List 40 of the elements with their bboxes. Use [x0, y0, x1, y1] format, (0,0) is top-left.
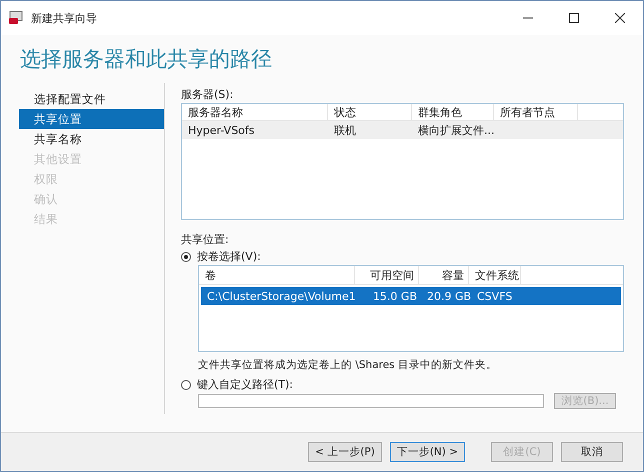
table-row[interactable]: Hyper-VSofs 联机 横向扩展文件...: [182, 121, 623, 139]
column-header[interactable]: 服务器名称: [182, 104, 328, 120]
close-icon[interactable]: [615, 13, 625, 23]
window-icon: [9, 11, 25, 25]
wizard-step[interactable]: 共享名称: [19, 129, 164, 149]
wizard-button[interactable]: 取消: [561, 442, 623, 462]
column-header[interactable]: 文件系统: [469, 266, 521, 284]
wizard-step: 结果: [19, 209, 164, 229]
table-cell-text: 联机: [333, 122, 357, 138]
share-location-label: 共享位置:: [181, 232, 230, 248]
column-header[interactable]: 群集角色: [412, 104, 494, 120]
column-header[interactable]: 容量: [419, 266, 469, 284]
window-title: 新建共享向导: [31, 10, 98, 26]
maximize-icon[interactable]: [569, 13, 579, 23]
wizard-button[interactable]: 下一步(N) >: [390, 442, 465, 462]
hint-text: 文件共享位置将成为选定卷上的 \Shares 目录中的新文件夹。: [198, 358, 498, 372]
radio-label: 键入自定义路径(T):: [197, 377, 294, 392]
column-header[interactable]: 状态: [328, 104, 412, 120]
table-row[interactable]: C:\ClusterStorage\Volume1 15.0 GB 20.9 GB CSVFS: [201, 287, 621, 305]
radio-button[interactable]: [181, 252, 191, 262]
radio-button[interactable]: [181, 380, 191, 390]
servers-label: 服务器(S):: [181, 87, 234, 103]
table-cell-text: 横向扩展文件...: [417, 122, 494, 138]
column-header[interactable]: 卷: [199, 266, 355, 284]
wizard-step: 权限: [19, 169, 164, 189]
wizard-step: 确认: [19, 189, 164, 209]
table-cell-text: 15.0 GB: [372, 290, 418, 302]
table-cell-text: 20.9 GB: [426, 290, 471, 302]
table-cell-text: Hyper-VSofs: [187, 124, 256, 136]
table-cell-text: CSVFS: [476, 290, 514, 302]
path-field[interactable]: [198, 394, 544, 408]
wizard-step[interactable]: 选择配置文件: [19, 89, 164, 109]
wizard-step[interactable]: 共享位置: [19, 109, 164, 129]
wizard-step: 其他设置: [19, 149, 164, 169]
column-header[interactable]: 可用空间: [355, 266, 419, 284]
page-heading: 选择服务器和此共享的路径: [19, 46, 273, 73]
wizard-button[interactable]: < 上一步(P): [308, 442, 382, 462]
column-header[interactable]: 所有者节点: [494, 104, 578, 120]
radio-label: 按卷选择(V):: [197, 249, 261, 264]
table-cell-text: C:\ClusterStorage\Volume1: [206, 290, 357, 302]
